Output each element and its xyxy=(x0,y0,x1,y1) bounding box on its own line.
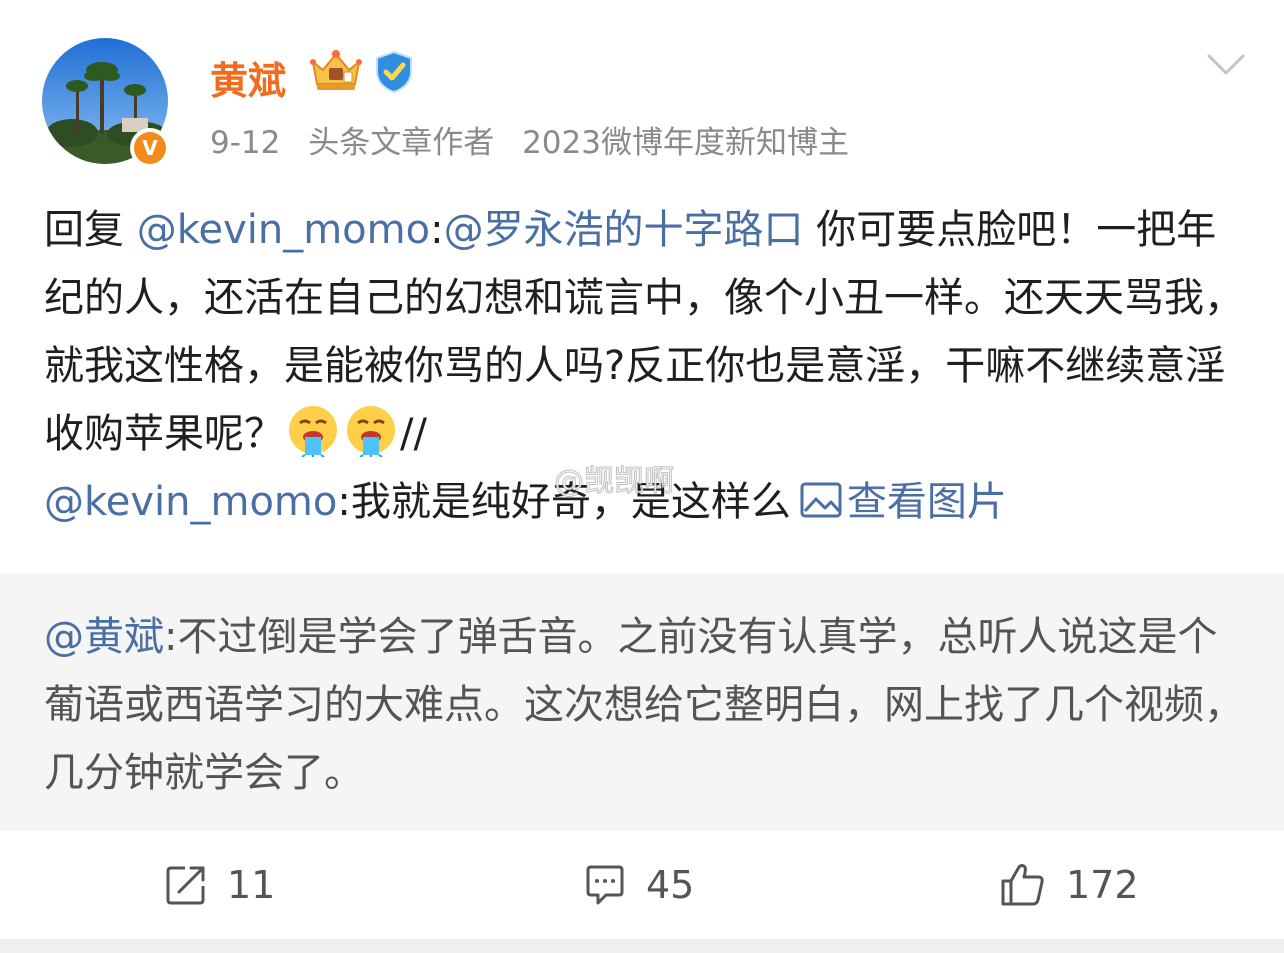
quoted-post-text: @黄斌:不过倒是学会了弹舌音。之前没有认真学，总听人说这是个葡语或西语学习的大难… xyxy=(44,603,1244,807)
repost-button[interactable]: 11 xyxy=(165,863,275,907)
thumbs-up-icon xyxy=(1001,864,1044,906)
verified-shield-icon xyxy=(376,50,412,94)
post-date: 9-12 xyxy=(210,125,281,161)
comment-count: 45 xyxy=(646,863,695,907)
image-icon xyxy=(800,482,842,518)
vomit-face-icon xyxy=(289,406,337,457)
view-image-label: 查看图片 xyxy=(846,479,1007,525)
watermark: @觊觊啊 xyxy=(554,464,675,500)
view-image-link[interactable]: 查看图片 xyxy=(791,479,1007,525)
author-name[interactable]: 黄斌 xyxy=(210,50,286,105)
vomit-face-icon xyxy=(347,406,395,457)
author-tag: 头条文章作者 xyxy=(308,125,495,161)
author-tag: 2023微博年度新知博主 xyxy=(522,125,849,161)
quoted-post[interactable]: @黄斌:不过倒是学会了弹舌音。之前没有认真学，总听人说这是个葡语或西语学习的大难… xyxy=(0,573,1284,831)
like-button[interactable]: 172 xyxy=(1000,863,1139,907)
chevron-down-icon[interactable] xyxy=(1206,52,1246,78)
quoted-user-link[interactable]: @kevin_momo xyxy=(44,479,337,525)
crown-badge-icon xyxy=(310,50,362,90)
mention-link[interactable]: @罗永浩的十字路口 xyxy=(444,207,804,253)
action-bar: 11 45 172 xyxy=(0,831,1284,939)
verified-v-icon: V xyxy=(134,132,166,164)
repost-count: 11 xyxy=(227,863,276,907)
reply-prefix: 回复 xyxy=(44,207,124,253)
verified-badge: V xyxy=(130,128,170,168)
quoted-author-link[interactable]: @黄斌 xyxy=(44,614,164,660)
repost-separator: // xyxy=(400,411,427,457)
comment-button[interactable]: 45 xyxy=(584,863,694,907)
punctuation: : xyxy=(430,207,444,253)
quoted-text: :不过倒是学会了弹舌音。之前没有认真学，总听人说这是个葡语或西语学习的大难点。这… xyxy=(44,614,1244,796)
comment-icon xyxy=(586,865,624,905)
repost-icon xyxy=(166,866,205,905)
divider xyxy=(0,939,1284,953)
like-count: 172 xyxy=(1066,863,1139,907)
reply-to-user-link[interactable]: @kevin_momo xyxy=(137,207,430,253)
post-header: V 黄斌 9-12 头条文章作者 2023微博年度新知博主 xyxy=(0,0,1284,180)
post-meta: 9-12 头条文章作者 2023微博年度新知博主 xyxy=(210,117,867,162)
